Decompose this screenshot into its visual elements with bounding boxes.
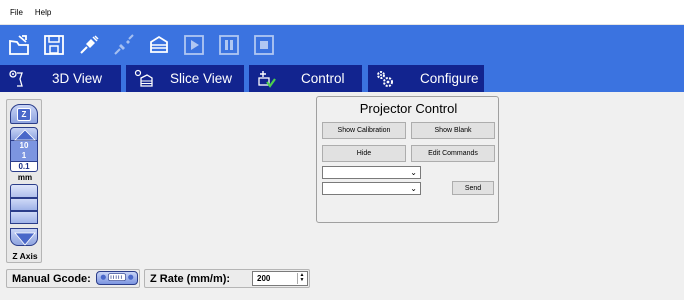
projector-title: Projector Control	[359, 101, 458, 116]
eye-icon	[6, 68, 28, 90]
hide-button[interactable]: Hide	[322, 145, 406, 162]
z-jog-mid-button[interactable]	[10, 198, 38, 211]
slice-icon[interactable]	[146, 32, 172, 58]
tab-label: Control	[301, 71, 345, 86]
z-axis-panel: Z 10 1 0.1 mm Z Axis	[6, 99, 42, 263]
chevron-down-icon: ⌄	[410, 184, 417, 193]
z-step-10[interactable]: 10	[10, 141, 38, 151]
z-rate-label: Z Rate (mm/m):	[150, 272, 231, 285]
pause-icon[interactable]	[216, 32, 242, 58]
tab-3d-view[interactable]: 3D View	[0, 65, 121, 92]
tab-slice-view[interactable]: Slice View	[126, 65, 244, 92]
stop-icon[interactable]	[251, 32, 277, 58]
arrow-down-icon	[14, 232, 36, 246]
control-icon	[255, 68, 277, 90]
tab-label: Slice View	[170, 71, 233, 86]
tab-bar: 3D View Slice View Control Configure	[0, 65, 684, 92]
spinner-icon[interactable]: ▲ ▼	[297, 273, 306, 284]
main-toolbar	[0, 25, 684, 65]
z-rate-group: Z Rate (mm/m): 200 ▲ ▼	[144, 269, 310, 288]
play-icon[interactable]	[181, 32, 207, 58]
manual-gcode-label: Manual Gcode:	[12, 272, 91, 285]
z-up-button[interactable]	[10, 127, 38, 141]
show-calibration-button[interactable]: Show Calibration	[322, 122, 406, 139]
tab-label: Configure	[420, 71, 479, 86]
disconnect-icon[interactable]	[111, 32, 137, 58]
layers-icon	[132, 68, 154, 90]
tab-label: 3D View	[52, 71, 103, 86]
menu-help[interactable]: Help	[29, 8, 57, 17]
tab-configure[interactable]: Configure	[368, 65, 484, 92]
manual-gcode-group: Manual Gcode:	[6, 269, 140, 288]
save-icon[interactable]	[41, 32, 67, 58]
z-jog-up-button[interactable]	[10, 184, 38, 198]
z-step-0-1[interactable]: 0.1	[10, 161, 38, 172]
z-rate-input[interactable]: 200 ▲ ▼	[252, 271, 308, 286]
toggle-switch-icon	[100, 273, 134, 281]
menu-file[interactable]: File	[4, 8, 29, 17]
connect-icon[interactable]	[76, 32, 102, 58]
projector-select-2[interactable]: ⌄	[322, 182, 421, 195]
projector-control-panel: Projector Control Show Calibration Show …	[316, 96, 499, 223]
z-home-button[interactable]: Z	[10, 104, 38, 124]
projector-select-1[interactable]: ⌄	[322, 166, 421, 179]
z-rate-value: 200	[257, 274, 271, 283]
z-down-button[interactable]	[10, 228, 38, 246]
z-step-1[interactable]: 1	[10, 151, 38, 161]
tab-control[interactable]: Control	[249, 65, 362, 92]
chevron-down-icon: ⌄	[410, 168, 417, 177]
z-jog-mid2-button[interactable]	[10, 211, 38, 224]
arrow-up-icon	[14, 129, 36, 141]
menu-bar: File Help	[0, 0, 684, 25]
open-folder-icon[interactable]	[6, 32, 32, 58]
z-home-label: Z	[17, 108, 31, 121]
manual-gcode-toggle[interactable]	[96, 271, 138, 285]
z-unit-label: mm	[17, 173, 33, 182]
gears-icon	[374, 68, 396, 90]
show-blank-button[interactable]: Show Blank	[411, 122, 495, 139]
send-button[interactable]: Send	[452, 181, 494, 195]
edit-commands-button[interactable]: Edit Commands	[411, 145, 495, 162]
z-axis-title: Z Axis	[12, 251, 38, 261]
